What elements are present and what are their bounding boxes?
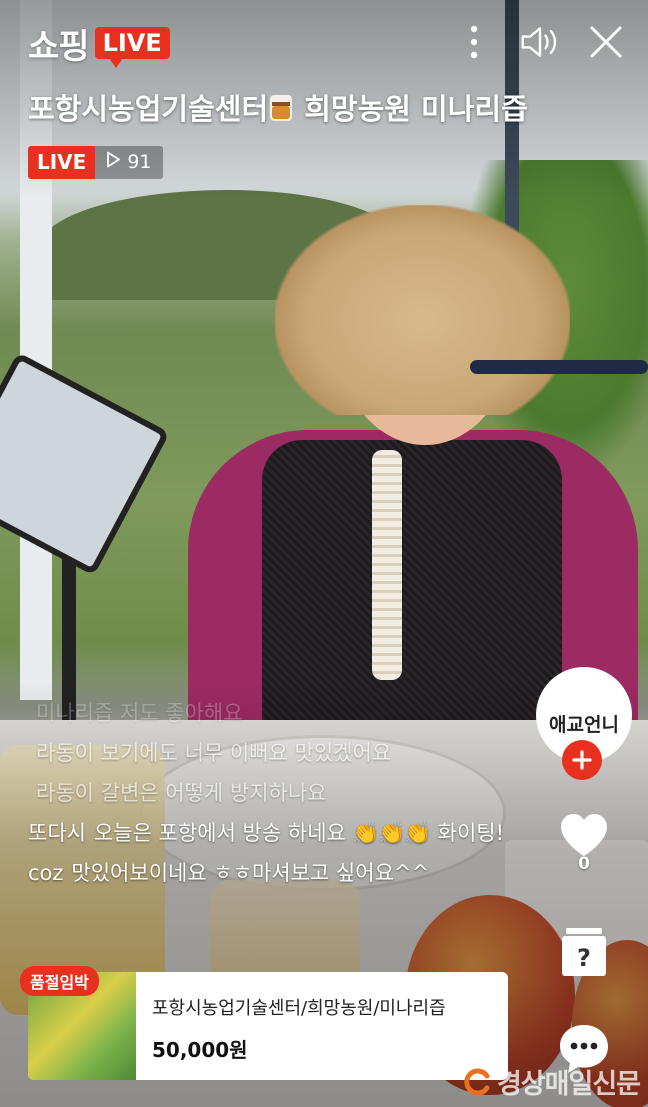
broadcast-title: 포항시농업기술센터 희망농원 미나리즙 (28, 86, 628, 128)
chat-message: 라동이 갈변은 어떻게 방지하나요 (28, 780, 508, 806)
chat-text: 오늘은 포항에서 방송 하네요 👏👏👏 화이팅! (93, 821, 505, 845)
live-logo: LIVE (94, 27, 170, 68)
product-list-button[interactable]: ? (556, 926, 612, 978)
speaker-icon[interactable] (520, 22, 560, 62)
brand-logo: 쇼핑 (28, 26, 90, 67)
broadcast-title-part1: 포항시농업기술센터 (28, 92, 269, 126)
like-count: 0 (578, 854, 590, 874)
live-status-badge: LIVE 91 (28, 146, 163, 179)
svg-text:?: ? (577, 944, 591, 972)
microphone-arm (470, 360, 648, 374)
more-vertical-icon[interactable] (454, 22, 494, 62)
heart-icon (561, 814, 607, 856)
like-action[interactable]: 0 (556, 812, 612, 874)
watermark-text: 경상매일신문 (496, 1069, 641, 1100)
chat-message: 미나리즙 저도 좋아해요 (28, 700, 508, 726)
broadcast-title-part2: 희망농원 미나리즙 (304, 92, 528, 126)
chat-user: 또다시 (28, 821, 86, 845)
play-icon (106, 146, 121, 179)
top-actions (454, 22, 626, 62)
juice-cup-icon (268, 93, 294, 123)
live-badge-label: LIVE (28, 146, 96, 179)
product-info: 포항시농업기술센터/희망농원/미나리즙 50,000원 (136, 972, 446, 1080)
chat-message: 라동이 보기에도 너무 이뻐요 맛있겠어요 (28, 740, 508, 766)
chat-feed: 미나리즙 저도 좋아해요 라동이 보기에도 너무 이뻐요 맛있겠어요 라동이 갈… (28, 700, 508, 900)
straw-hat (275, 205, 570, 415)
host-name: 애교언니 (549, 713, 619, 736)
chat-message: 또다시 오늘은 포항에서 방송 하네요 👏👏👏 화이팅! (28, 820, 508, 846)
chat-text: 미나리즙 저도 좋아해요 (36, 701, 243, 725)
product-price: 50,000원 (152, 1038, 248, 1062)
viewer-count-value: 91 (127, 151, 152, 173)
chat-text: 맛있어보이네요 ㅎㅎ마셔보고 싶어요^^ (71, 861, 430, 885)
close-icon[interactable] (586, 22, 626, 62)
chat-text: 라동이 보기에도 너무 이뻐요 맛있겠어요 (36, 741, 392, 765)
soldout-soon-badge: 품절임박 (20, 966, 99, 996)
follow-button[interactable] (562, 740, 602, 780)
top-bar: 쇼핑 LIVE (28, 18, 170, 68)
chat-user: coz (28, 861, 64, 885)
product-card[interactable]: 포항시농업기술센터/희망농원/미나리즙 50,000원 품절임박 (20, 966, 508, 1080)
lace-scarf (372, 450, 402, 680)
chat-message: coz 맛있어보이네요 ㅎㅎ마셔보고 싶어요^^ (28, 860, 508, 886)
plus-icon (572, 750, 592, 770)
newspaper-logo-icon (464, 1068, 490, 1095)
product-name: 포항시농업기술센터/희망농원/미나리즙 (152, 998, 446, 1019)
newspaper-watermark: 경상매일신문 (463, 1062, 641, 1101)
chat-text: 라동이 갈변은 어떻게 방지하나요 (36, 781, 327, 805)
product-box-icon: ? (562, 928, 606, 976)
viewer-count: 91 (95, 146, 163, 179)
